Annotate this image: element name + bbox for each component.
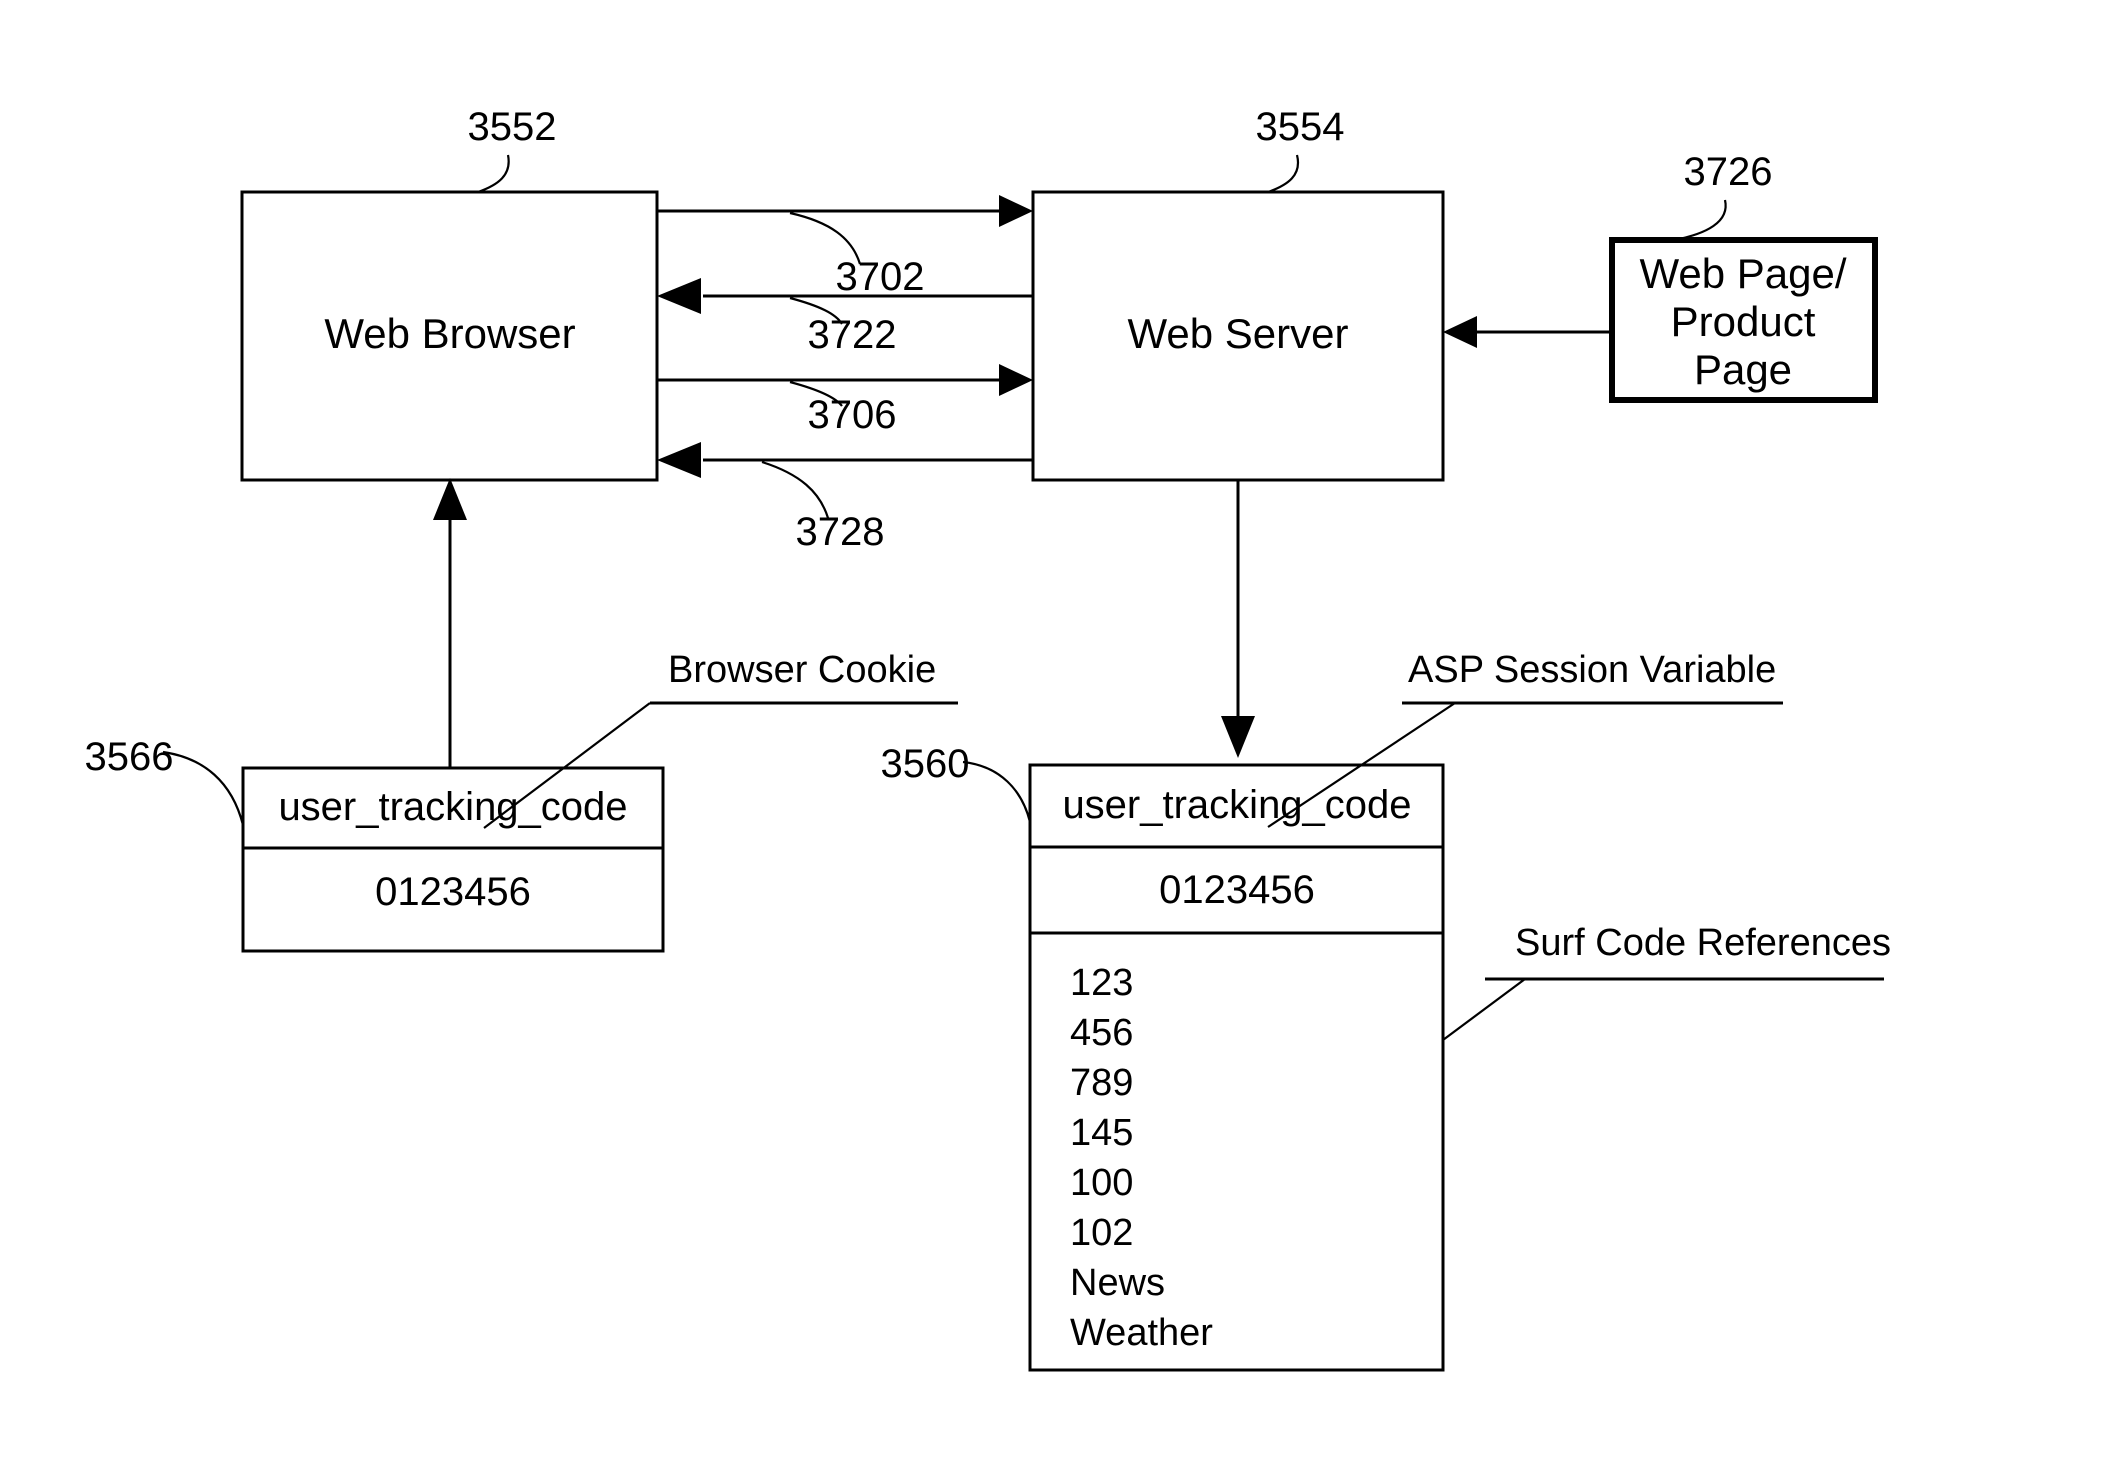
flow-3728-arrowhead <box>657 442 701 478</box>
flow-webpage-to-server-arrowhead <box>1443 316 1477 348</box>
surf-code-item: 145 <box>1070 1112 1133 1154</box>
annotation-asp-session-variable: ASP Session Variable <box>1408 649 1776 691</box>
annotation-surf-code-references: Surf Code References <box>1515 922 1891 964</box>
server-to-session-arrowhead <box>1221 716 1255 758</box>
annotation-surf-code-leader <box>1442 978 1526 1041</box>
annotation-browser-cookie: Browser Cookie <box>668 649 936 691</box>
ref-3566: 3566 <box>85 735 174 779</box>
ref-3706: 3706 <box>808 393 897 437</box>
session-table-value: 0123456 <box>1159 868 1315 912</box>
surf-code-item: 456 <box>1070 1012 1133 1054</box>
surf-code-item: Weather <box>1070 1312 1213 1354</box>
web-page-label-line1: Web Page/ <box>1639 250 1846 297</box>
leader-3554 <box>1267 154 1300 194</box>
flow-3706-arrowhead <box>999 364 1033 396</box>
ref-3554: 3554 <box>1256 105 1345 149</box>
ref-3722: 3722 <box>808 313 897 357</box>
flow-3722-arrowhead <box>657 278 701 314</box>
ref-3728: 3728 <box>796 510 885 554</box>
surf-code-item: 789 <box>1070 1062 1133 1104</box>
web-server-label: Web Server <box>1128 310 1349 357</box>
ref-3552: 3552 <box>468 105 557 149</box>
leader-3552 <box>477 154 510 194</box>
diagram-canvas: Web Browser 3552 Web Server 3554 Web Pag… <box>85 105 1891 1372</box>
ref-3702: 3702 <box>836 255 925 299</box>
leader-3560 <box>962 760 1032 823</box>
surf-code-item: News <box>1070 1262 1165 1304</box>
web-page-label-line2: Product <box>1671 298 1816 345</box>
leader-3726 <box>1673 199 1727 242</box>
leader-3566 <box>162 750 245 826</box>
ref-3560: 3560 <box>881 742 970 786</box>
browser-cookie-header: user_tracking_code <box>278 785 627 829</box>
surf-code-item: 123 <box>1070 962 1133 1004</box>
surf-code-item: 102 <box>1070 1212 1133 1254</box>
flow-3702-arrowhead <box>999 195 1033 227</box>
session-table-header: user_tracking_code <box>1062 783 1411 827</box>
cookie-to-browser-arrowhead <box>433 478 467 520</box>
browser-cookie-value: 0123456 <box>375 870 531 914</box>
web-page-label-line3: Page <box>1694 346 1792 393</box>
patent-figure: Web Browser 3552 Web Server 3554 Web Pag… <box>0 0 2116 1461</box>
web-browser-label: Web Browser <box>324 310 575 357</box>
ref-3726: 3726 <box>1684 150 1773 194</box>
surf-code-item: 100 <box>1070 1162 1133 1204</box>
